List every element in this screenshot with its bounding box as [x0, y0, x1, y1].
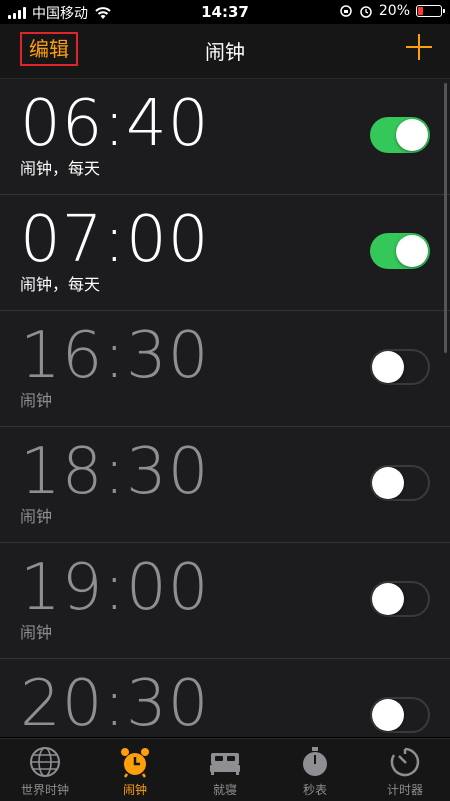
orientation-lock-icon [340, 5, 352, 17]
alarm-clock-icon [121, 748, 149, 778]
tab-stopwatch[interactable]: 秒表 [270, 739, 360, 801]
navigation-bar: 编辑 闹钟 [0, 24, 450, 79]
alarm-row[interactable]: 16:30 闹钟 [0, 311, 450, 427]
tab-label: 计时器 [386, 783, 423, 797]
alarm-time: 07:00 [20, 203, 210, 277]
alarm-toggle[interactable] [370, 117, 430, 153]
tab-bar: 世界时钟 闹钟 就寝 秒表 计时器 [0, 738, 450, 801]
toggle-knob [372, 467, 404, 499]
alarm-row[interactable]: 18:30 闹钟 [0, 427, 450, 543]
alarm-toggle[interactable] [370, 581, 430, 617]
status-right: 20% [339, 3, 445, 19]
page-title: 闹钟 [205, 40, 245, 64]
alarm-time: 18:30 [20, 435, 210, 509]
bed-icon [210, 753, 240, 775]
tab-label: 就寝 [212, 783, 237, 797]
toggle-knob [372, 351, 404, 383]
alarm-time: 16:30 [20, 319, 210, 393]
battery-percent: 20% [378, 3, 410, 19]
alarm-row[interactable]: 20:30 闹钟 [0, 659, 450, 737]
alarm-toggle[interactable] [370, 349, 430, 385]
alarm-label: 闹钟 [20, 623, 53, 642]
globe-icon [30, 747, 60, 777]
tab-label: 世界时钟 [20, 783, 69, 797]
add-alarm-button[interactable] [402, 30, 436, 64]
tab-timer[interactable]: 计时器 [360, 739, 450, 801]
alarm-label: 闹钟，每天 [20, 275, 101, 294]
toggle-knob [372, 583, 404, 615]
tab-world-clock[interactable]: 世界时钟 [0, 739, 90, 801]
toggle-knob [396, 235, 428, 267]
battery-icon [416, 5, 445, 17]
alarm-label: 闹钟 [20, 507, 53, 526]
alarm-row[interactable]: 06:40 闹钟，每天 [0, 79, 450, 195]
alarm-toggle[interactable] [370, 233, 430, 269]
timer-icon [390, 747, 420, 777]
tab-bedtime[interactable]: 就寝 [180, 739, 270, 801]
tab-label: 闹钟 [122, 783, 147, 797]
alarm-toggle[interactable] [370, 465, 430, 501]
alarm-status-icon [360, 6, 372, 18]
alarm-time: 20:30 [20, 667, 210, 737]
status-bar: 中国移动 14:37 20% [0, 0, 450, 24]
tab-alarm[interactable]: 闹钟 [90, 739, 180, 801]
tab-label: 秒表 [302, 783, 327, 797]
alarm-row[interactable]: 19:00 闹钟 [0, 543, 450, 659]
toggle-knob [372, 699, 404, 731]
alarm-time: 19:00 [20, 551, 210, 625]
stopwatch-icon [303, 747, 327, 776]
alarm-time: 06:40 [20, 87, 210, 161]
scrollbar[interactable] [444, 83, 447, 353]
alarm-list[interactable]: 06:40 闹钟，每天 07:00 闹钟，每天 16:30 闹钟 18:30 闹… [0, 79, 450, 737]
alarm-label: 闹钟 [20, 391, 53, 410]
toggle-knob [396, 119, 428, 151]
alarm-label: 闹钟 [20, 735, 52, 737]
alarm-toggle[interactable] [370, 697, 430, 733]
alarm-label: 闹钟，每天 [20, 159, 101, 178]
alarm-row[interactable]: 07:00 闹钟，每天 [0, 195, 450, 311]
